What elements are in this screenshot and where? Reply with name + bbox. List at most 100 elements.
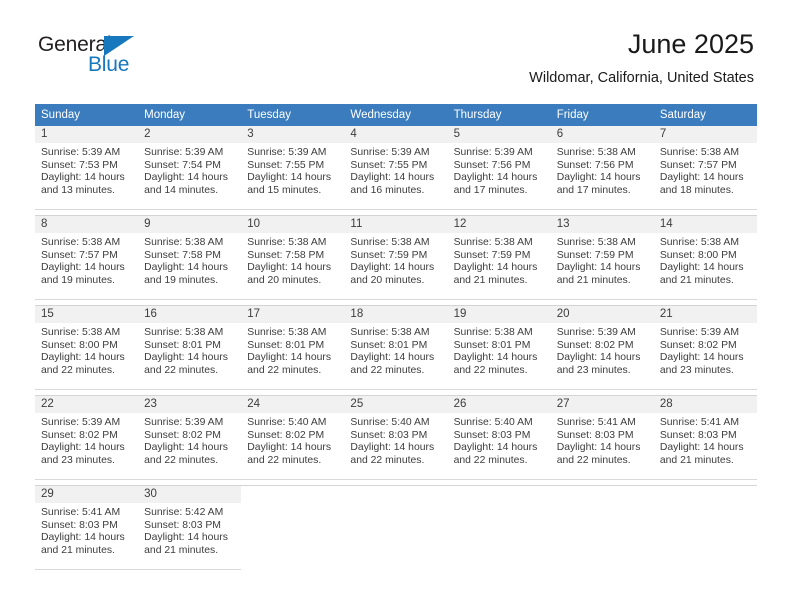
day-details: Sunrise: 5:41 AM Sunset: 8:03 PM Daylight:… bbox=[35, 503, 138, 557]
calendar-day-cell[interactable]: 9 Sunrise: 5:38 AM Sunset: 7:58 PM Daylight… bbox=[138, 215, 242, 300]
daylight-text-line2: and 22 minutes. bbox=[144, 454, 219, 466]
sunset-text: Sunset: 8:03 PM bbox=[41, 519, 118, 531]
calendar-day-cell[interactable]: 28 Sunrise: 5:41 AM Sunset: 8:03 PM Dayligh… bbox=[653, 395, 757, 480]
sunset-text: Sunset: 8:03 PM bbox=[350, 429, 428, 441]
calendar-day-cell[interactable]: 3 Sunrise: 5:39 AM Sunset: 7:55 PM Daylight… bbox=[241, 126, 345, 210]
calendar-day-cell[interactable]: 29 Sunrise: 5:41 AM Sunset: 8:03 PM Dayligh… bbox=[35, 485, 139, 570]
sunrise-text: Sunrise: 5:40 AM bbox=[247, 417, 327, 428]
daylight-text-line1: Daylight: 14 hours bbox=[41, 262, 125, 274]
calendar-day-cell-inner: 7 Sunrise: 5:38 AM Sunset: 7:57 PM Daylight… bbox=[653, 126, 757, 210]
calendar-day-cell[interactable]: 4 Sunrise: 5:39 AM Sunset: 7:55 PM Daylight… bbox=[344, 126, 448, 210]
calendar-day-cell[interactable]: 23 Sunrise: 5:39 AM Sunset: 8:02 PM Dayligh… bbox=[138, 395, 242, 480]
sunrise-text: Sunrise: 5:41 AM bbox=[41, 507, 121, 518]
weekday-header-thursday: Thursday bbox=[447, 104, 551, 126]
daylight-text-line1: Daylight: 14 hours bbox=[144, 262, 228, 274]
day-details: Sunrise: 5:38 AM Sunset: 8:01 PM Daylight:… bbox=[448, 323, 551, 377]
calendar-body: 1 Sunrise: 5:39 AM Sunset: 7:53 PM Daylight… bbox=[35, 126, 757, 570]
calendar-day-cell[interactable]: 5 Sunrise: 5:39 AM Sunset: 7:56 PM Daylight… bbox=[447, 126, 551, 210]
daylight-text-line1: Daylight: 14 hours bbox=[247, 442, 332, 454]
daylight-text-line2: and 18 minutes. bbox=[659, 184, 734, 196]
calendar-day-cell[interactable]: 10 Sunrise: 5:38 AM Sunset: 7:58 PM Dayligh… bbox=[241, 215, 345, 300]
calendar-day-cell-inner: 16 Sunrise: 5:38 AM Sunset: 8:01 PM Dayligh… bbox=[138, 306, 242, 390]
general-blue-logo[interactable]: General Blue bbox=[38, 33, 168, 83]
daylight-text-line1: Daylight: 14 hours bbox=[144, 352, 228, 364]
calendar-day-cell[interactable]: 26 Sunrise: 5:40 AM Sunset: 8:03 PM Dayligh… bbox=[447, 395, 551, 480]
calendar-day-cell[interactable]: 14 Sunrise: 5:38 AM Sunset: 8:00 PM Dayligh… bbox=[653, 215, 757, 300]
calendar-day-cell[interactable]: 1 Sunrise: 5:39 AM Sunset: 7:53 PM Daylight… bbox=[35, 126, 139, 210]
calendar-day-cell[interactable]: 6 Sunrise: 5:38 AM Sunset: 7:56 PM Daylight… bbox=[550, 126, 654, 210]
calendar-day-cell[interactable]: 15 Sunrise: 5:38 AM Sunset: 8:00 PM Dayligh… bbox=[35, 305, 139, 390]
sunrise-text: Sunrise: 5:38 AM bbox=[350, 327, 430, 338]
daylight-text-line1: Daylight: 14 hours bbox=[556, 172, 641, 184]
calendar-week-row: 29 Sunrise: 5:41 AM Sunset: 8:03 PM Dayligh… bbox=[35, 485, 757, 570]
calendar-day-cell[interactable]: 17 Sunrise: 5:38 AM Sunset: 8:01 PM Dayligh… bbox=[241, 305, 345, 390]
sunrise-text: Sunrise: 5:39 AM bbox=[144, 417, 224, 428]
calendar-week-row: 1 Sunrise: 5:39 AM Sunset: 7:53 PM Daylight… bbox=[35, 126, 757, 210]
weekday-header-tuesday: Tuesday bbox=[241, 104, 345, 126]
sunset-text: Sunset: 8:02 PM bbox=[556, 339, 634, 351]
calendar-day-cell[interactable]: 24 Sunrise: 5:40 AM Sunset: 8:02 PM Dayligh… bbox=[241, 395, 345, 480]
calendar-day-cell[interactable]: 20 Sunrise: 5:39 AM Sunset: 8:02 PM Dayligh… bbox=[550, 305, 654, 390]
calendar-day-cell-empty bbox=[447, 485, 551, 570]
sunset-text: Sunset: 8:01 PM bbox=[247, 339, 325, 351]
sunrise-text: Sunrise: 5:41 AM bbox=[659, 417, 739, 428]
daylight-text-line2: and 14 minutes. bbox=[144, 184, 219, 196]
sunset-text: Sunset: 8:02 PM bbox=[41, 429, 118, 441]
day-details: Sunrise: 5:39 AM Sunset: 7:55 PM Daylight:… bbox=[241, 143, 344, 197]
day-number: 8 bbox=[35, 216, 139, 233]
calendar-day-cell[interactable]: 21 Sunrise: 5:39 AM Sunset: 8:02 PM Dayligh… bbox=[653, 305, 757, 390]
calendar-day-cell-inner: 6 Sunrise: 5:38 AM Sunset: 7:56 PM Daylight… bbox=[550, 126, 654, 210]
day-details: Sunrise: 5:39 AM Sunset: 7:54 PM Daylight:… bbox=[138, 143, 241, 197]
daylight-text-line1: Daylight: 14 hours bbox=[350, 352, 435, 364]
calendar-day-cell-inner: 30 Sunrise: 5:42 AM Sunset: 8:03 PM Dayligh… bbox=[138, 486, 242, 570]
calendar-day-cell[interactable]: 25 Sunrise: 5:40 AM Sunset: 8:03 PM Dayligh… bbox=[344, 395, 448, 480]
daylight-text-line2: and 22 minutes. bbox=[556, 454, 631, 466]
day-details: Sunrise: 5:38 AM Sunset: 7:57 PM Daylight:… bbox=[35, 233, 138, 287]
daylight-text-line1: Daylight: 14 hours bbox=[41, 442, 125, 454]
daylight-text-line1: Daylight: 14 hours bbox=[247, 352, 332, 364]
sunset-text: Sunset: 8:00 PM bbox=[41, 339, 118, 351]
calendar-day-cell[interactable]: 18 Sunrise: 5:38 AM Sunset: 8:01 PM Dayligh… bbox=[344, 305, 448, 390]
day-details: Sunrise: 5:39 AM Sunset: 8:02 PM Daylight:… bbox=[654, 323, 757, 377]
calendar-day-cell[interactable]: 19 Sunrise: 5:38 AM Sunset: 8:01 PM Dayligh… bbox=[447, 305, 551, 390]
sunrise-text: Sunrise: 5:38 AM bbox=[659, 237, 739, 248]
day-number: 14 bbox=[653, 216, 757, 233]
day-details: Sunrise: 5:41 AM Sunset: 8:03 PM Daylight:… bbox=[654, 413, 757, 467]
sunset-text: Sunset: 7:57 PM bbox=[41, 249, 118, 261]
day-number: 22 bbox=[35, 396, 139, 413]
calendar-day-cell[interactable]: 2 Sunrise: 5:39 AM Sunset: 7:54 PM Daylight… bbox=[138, 126, 242, 210]
day-number: 29 bbox=[35, 486, 139, 503]
calendar-day-cell[interactable]: 22 Sunrise: 5:39 AM Sunset: 8:02 PM Dayligh… bbox=[35, 395, 139, 480]
day-number: 30 bbox=[138, 486, 242, 503]
calendar-day-cell[interactable]: 13 Sunrise: 5:38 AM Sunset: 7:59 PM Dayligh… bbox=[550, 215, 654, 300]
calendar-day-cell-inner: 23 Sunrise: 5:39 AM Sunset: 8:02 PM Dayligh… bbox=[138, 396, 242, 480]
weekday-header-sunday: Sunday bbox=[35, 104, 139, 126]
day-details: Sunrise: 5:38 AM Sunset: 7:56 PM Daylight:… bbox=[551, 143, 654, 197]
daylight-text-line2: and 21 minutes. bbox=[659, 274, 734, 286]
calendar-day-cell-inner: 3 Sunrise: 5:39 AM Sunset: 7:55 PM Daylight… bbox=[241, 126, 345, 210]
calendar-day-cell[interactable]: 12 Sunrise: 5:38 AM Sunset: 7:59 PM Dayligh… bbox=[447, 215, 551, 300]
sunrise-text: Sunrise: 5:41 AM bbox=[556, 417, 636, 428]
day-details: Sunrise: 5:38 AM Sunset: 7:58 PM Daylight:… bbox=[138, 233, 241, 287]
calendar-week-row: 15 Sunrise: 5:38 AM Sunset: 8:00 PM Dayligh… bbox=[35, 305, 757, 390]
daylight-text-line2: and 22 minutes. bbox=[41, 364, 115, 376]
calendar-day-cell[interactable]: 16 Sunrise: 5:38 AM Sunset: 8:01 PM Dayligh… bbox=[138, 305, 242, 390]
calendar-day-cell[interactable]: 30 Sunrise: 5:42 AM Sunset: 8:03 PM Dayligh… bbox=[138, 485, 242, 570]
calendar-day-cell[interactable]: 27 Sunrise: 5:41 AM Sunset: 8:03 PM Dayligh… bbox=[550, 395, 654, 480]
calendar-day-cell-empty bbox=[653, 485, 757, 570]
calendar-day-cell[interactable]: 7 Sunrise: 5:38 AM Sunset: 7:57 PM Daylight… bbox=[653, 126, 757, 210]
day-number: 28 bbox=[653, 396, 757, 413]
daylight-text-line1: Daylight: 14 hours bbox=[659, 352, 744, 364]
calendar-cell-empty bbox=[344, 486, 448, 570]
daylight-text-line2: and 20 minutes. bbox=[247, 274, 322, 286]
calendar-day-cell[interactable]: 11 Sunrise: 5:38 AM Sunset: 7:59 PM Dayligh… bbox=[344, 215, 448, 300]
calendar-week-row: 22 Sunrise: 5:39 AM Sunset: 8:02 PM Dayligh… bbox=[35, 395, 757, 480]
page-header: General Blue June 2025 Wildomar, Califor… bbox=[0, 0, 792, 98]
day-details: Sunrise: 5:40 AM Sunset: 8:03 PM Daylight:… bbox=[448, 413, 551, 467]
daylight-text-line1: Daylight: 14 hours bbox=[247, 172, 332, 184]
calendar-cell-empty bbox=[653, 486, 757, 570]
daylight-text-line1: Daylight: 14 hours bbox=[350, 442, 435, 454]
daylight-text-line2: and 22 minutes. bbox=[453, 364, 528, 376]
day-number: 7 bbox=[653, 126, 757, 143]
calendar-day-cell[interactable]: 8 Sunrise: 5:38 AM Sunset: 7:57 PM Daylight… bbox=[35, 215, 139, 300]
